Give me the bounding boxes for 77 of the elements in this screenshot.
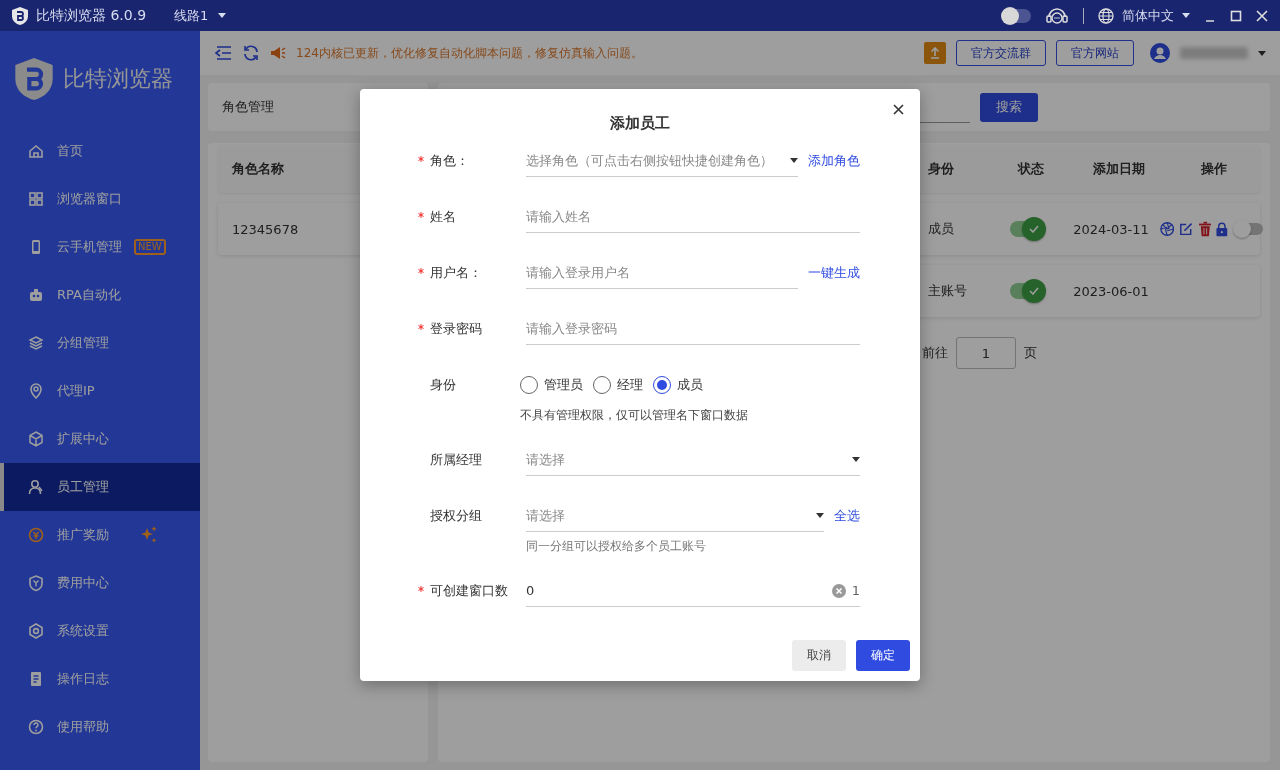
- sidebar-item-label: 操作日志: [57, 670, 109, 688]
- field-link[interactable]: 添加角色: [808, 152, 860, 170]
- app-title: 比特浏览器 6.0.9: [36, 6, 147, 25]
- sidebar-item-label: 浏览器窗口: [57, 190, 122, 208]
- link-button[interactable]: 官方网站: [1056, 40, 1134, 66]
- column-header: 状态: [1016, 160, 1045, 178]
- sidebar-item-label: 分组管理: [57, 334, 109, 352]
- field-label: 授权分组: [430, 507, 482, 525]
- sidebar-item[interactable]: 系统设置: [0, 607, 200, 655]
- number-field[interactable]: 0 1: [526, 575, 860, 607]
- language-label: 简体中文: [1122, 6, 1174, 25]
- radio-option[interactable]: 管理员: [520, 376, 583, 394]
- radio-option[interactable]: 成员: [653, 376, 703, 394]
- update-notice: 124内核已更新，优化修复自动化脚本问题，修复仿真输入问题。: [296, 44, 643, 62]
- sidebar-item[interactable]: 操作日志: [0, 655, 200, 703]
- table-cell-text: 2023-06-01: [1072, 283, 1150, 299]
- field-label: 姓名: [430, 208, 456, 226]
- sidebar-item-label: 首页: [57, 142, 83, 160]
- field-link[interactable]: 一键生成: [808, 264, 860, 282]
- field-label: 登录密码: [430, 320, 482, 338]
- column-header: 角色名称: [231, 160, 285, 178]
- input-field[interactable]: 请输入登录用户名: [526, 257, 798, 289]
- panel-title: 角色管理: [222, 98, 275, 116]
- link-button[interactable]: 官方交流群: [956, 40, 1046, 66]
- sidebar-item[interactable]: 费用中心: [0, 559, 200, 607]
- sidebar-item-label: 云手机管理: [57, 238, 122, 256]
- sidebar-item[interactable]: 云手机管理 NEW: [0, 223, 200, 271]
- select-field[interactable]: 请选择: [526, 500, 824, 532]
- sidebar-item-label: 系统设置: [57, 622, 109, 640]
- input-field[interactable]: 请输入姓名: [526, 201, 860, 233]
- select-field[interactable]: 选择角色（可点击右侧按钮快捷创建角色）: [526, 145, 798, 177]
- select-field[interactable]: 请选择: [526, 444, 860, 476]
- field-label: 身份: [430, 376, 456, 394]
- route-dropdown[interactable]: 线路1: [174, 6, 227, 25]
- sidebar-item[interactable]: 代理IP: [0, 367, 200, 415]
- goto-label: 前往: [922, 344, 948, 362]
- sidebar-item[interactable]: 推广奖励: [0, 511, 200, 559]
- confirm-button[interactable]: 确定: [856, 640, 910, 671]
- sidebar-item-label: 费用中心: [57, 574, 109, 592]
- field-label: 角色：: [430, 152, 469, 170]
- sidebar-item[interactable]: 员工管理: [0, 463, 200, 511]
- input-field[interactable]: 请输入登录密码: [526, 313, 860, 345]
- sidebar-item[interactable]: 分组管理: [0, 319, 200, 367]
- table-cell-text: 2024-03-11: [1072, 221, 1150, 237]
- language-dropdown[interactable]: 简体中文: [1098, 6, 1190, 25]
- column-header: 身份: [927, 160, 955, 178]
- logo-text: 比特浏览器: [63, 65, 173, 93]
- sidebar-item[interactable]: 使用帮助: [0, 703, 200, 751]
- hint-text: 不具有管理权限，仅可以管理名下窗口数据: [520, 407, 749, 424]
- table-cell-text: 成员: [927, 220, 955, 238]
- field-label: 可创建窗口数: [430, 582, 508, 600]
- sidebar-item-label: 扩展中心: [57, 430, 109, 448]
- sidebar-item-label: 代理IP: [57, 382, 95, 400]
- sidebar-item-label: 推广奖励: [57, 526, 109, 544]
- table-cell-text: 12345678: [231, 221, 300, 237]
- sidebar-item-label: 员工管理: [57, 478, 109, 496]
- page-suffix: 页: [1024, 344, 1037, 362]
- sidebar-item[interactable]: RPA自动化: [0, 271, 200, 319]
- cancel-button[interactable]: 取消: [792, 640, 846, 671]
- new-badge: NEW: [134, 239, 166, 255]
- table-cell-text: 主账号: [927, 282, 968, 300]
- sidebar-item-label: 使用帮助: [57, 718, 109, 736]
- page-input[interactable]: 1: [956, 337, 1016, 369]
- column-header: 添加日期: [1092, 160, 1146, 178]
- search-button[interactable]: 搜索: [980, 92, 1038, 122]
- column-header: 操作: [1200, 160, 1228, 178]
- field-link[interactable]: 全选: [834, 507, 860, 525]
- field-label: 所属经理: [430, 451, 482, 469]
- sidebar-item[interactable]: 浏览器窗口: [0, 175, 200, 223]
- field-label: 用户名：: [430, 264, 482, 282]
- radio-option[interactable]: 经理: [593, 376, 643, 394]
- hint-text: 同一分组可以授权给多个员工账号: [526, 538, 707, 555]
- sidebar-item[interactable]: 首页: [0, 127, 200, 175]
- counter-text: 1: [851, 583, 860, 598]
- sidebar-item[interactable]: 扩展中心: [0, 415, 200, 463]
- dialog-title: 添加员工: [610, 113, 670, 133]
- sidebar-item-label: RPA自动化: [57, 286, 121, 304]
